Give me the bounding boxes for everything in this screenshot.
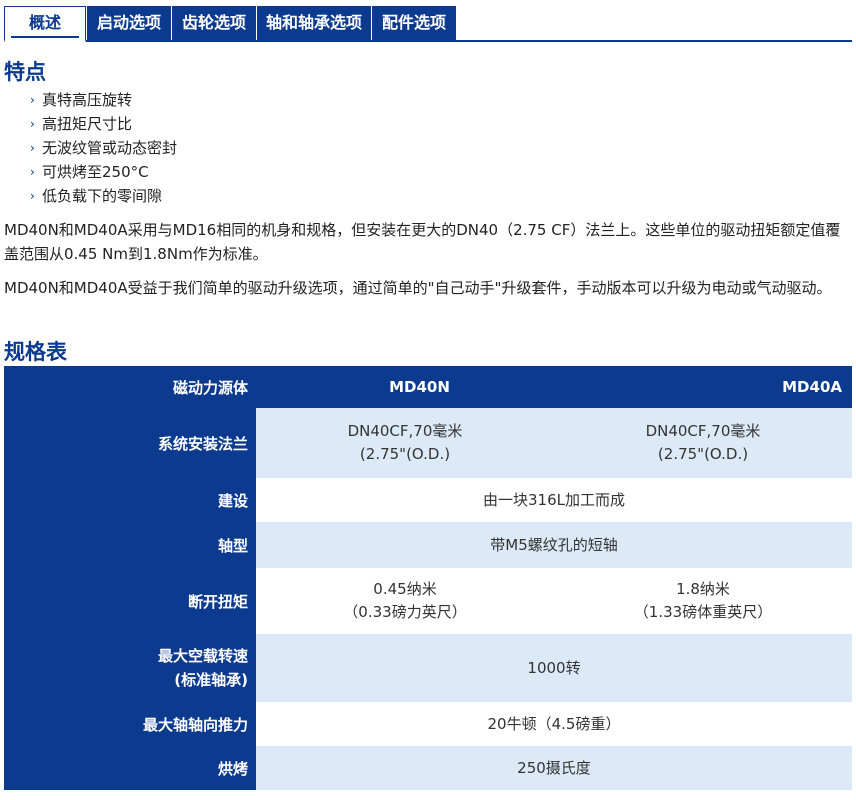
table-row: 建设 由一块316L加工而成 <box>4 478 852 522</box>
chevron-right-icon: › <box>30 93 35 107</box>
tab-startup-options[interactable]: 启动选项 <box>87 6 171 40</box>
cell: 1000转 <box>256 634 852 702</box>
row-label: 断开扭矩 <box>4 568 256 634</box>
cell: 250摄氏度 <box>256 746 852 790</box>
cell: 20牛顿（4.5磅重） <box>256 702 852 746</box>
header-col-md40n: MD40N <box>256 366 554 408</box>
chevron-right-icon: › <box>30 117 35 131</box>
tab-shaft-bearing-options[interactable]: 轴和轴承选项 <box>257 6 371 40</box>
features-list: › 真特高压旋转 › 高扭矩尺寸比 › 无波纹管或动态密封 › 可烘烤至250°C › 低… <box>30 88 177 208</box>
table-row: 轴型 带M5螺纹孔的短轴 <box>4 522 852 568</box>
spec-heading: 规格表 <box>4 340 67 364</box>
cell: DN40CF,70毫米 (2.75"(O.D.) <box>554 408 852 478</box>
tab-accessory-options[interactable]: 配件选项 <box>372 6 456 40</box>
cell: DN40CF,70毫米 (2.75"(O.D.) <box>256 408 554 478</box>
row-label: 轴型 <box>4 522 256 568</box>
cell: 由一块316L加工而成 <box>256 478 852 522</box>
description-paragraph-2: MD40N和MD40A受益于我们简单的驱动升级选项，通过简单的"自己动手"升级套… <box>4 279 832 297</box>
description-paragraph-1: MD40N和MD40A采用与MD16相同的机身和规格，但安装在更大的DN40（2… <box>4 221 841 263</box>
list-item: › 低负载下的零间隙 <box>30 184 177 208</box>
header-col-md40a: MD40A <box>554 366 852 408</box>
chevron-right-icon: › <box>30 165 35 179</box>
tab-bar: 概述 启动选项 齿轮选项 轴和轴承选项 配件选项 <box>4 6 852 42</box>
row-label: 建设 <box>4 478 256 522</box>
header-label: 磁动力源体 <box>4 366 256 408</box>
cell: 带M5螺纹孔的短轴 <box>256 522 852 568</box>
row-label: 烘烤 <box>4 746 256 790</box>
table-header-row: 磁动力源体 MD40N MD40A <box>4 366 852 408</box>
list-item: › 真特高压旋转 <box>30 88 177 112</box>
row-label: 系统安装法兰 <box>4 408 256 478</box>
row-label: 最大轴轴向推力 <box>4 702 256 746</box>
list-item: › 无波纹管或动态密封 <box>30 136 177 160</box>
list-item: › 高扭矩尺寸比 <box>30 112 177 136</box>
cell: 1.8纳米 （1.33磅体重英尺） <box>554 568 852 634</box>
spec-table: 磁动力源体 MD40N MD40A 系统安装法兰 DN40CF,70毫米 (2.7… <box>4 366 852 790</box>
row-label: 最大空载转速 (标准轴承) <box>4 634 256 702</box>
features-heading: 特点 <box>4 60 46 84</box>
tab-overview[interactable]: 概述 <box>4 6 86 42</box>
table-row: 烘烤 250摄氏度 <box>4 746 852 790</box>
list-item: › 可烘烤至250°C <box>30 160 177 184</box>
table-row: 断开扭矩 0.45纳米 （0.33磅力英尺） 1.8纳米 （1.33磅体重英尺） <box>4 568 852 634</box>
tab-gear-options[interactable]: 齿轮选项 <box>172 6 256 40</box>
chevron-right-icon: › <box>30 141 35 155</box>
table-row: 最大轴轴向推力 20牛顿（4.5磅重） <box>4 702 852 746</box>
cell: 0.45纳米 （0.33磅力英尺） <box>256 568 554 634</box>
table-row: 系统安装法兰 DN40CF,70毫米 (2.75"(O.D.) DN40CF,70… <box>4 408 852 478</box>
chevron-right-icon: › <box>30 189 35 203</box>
table-row: 最大空载转速 (标准轴承) 1000转 <box>4 634 852 702</box>
